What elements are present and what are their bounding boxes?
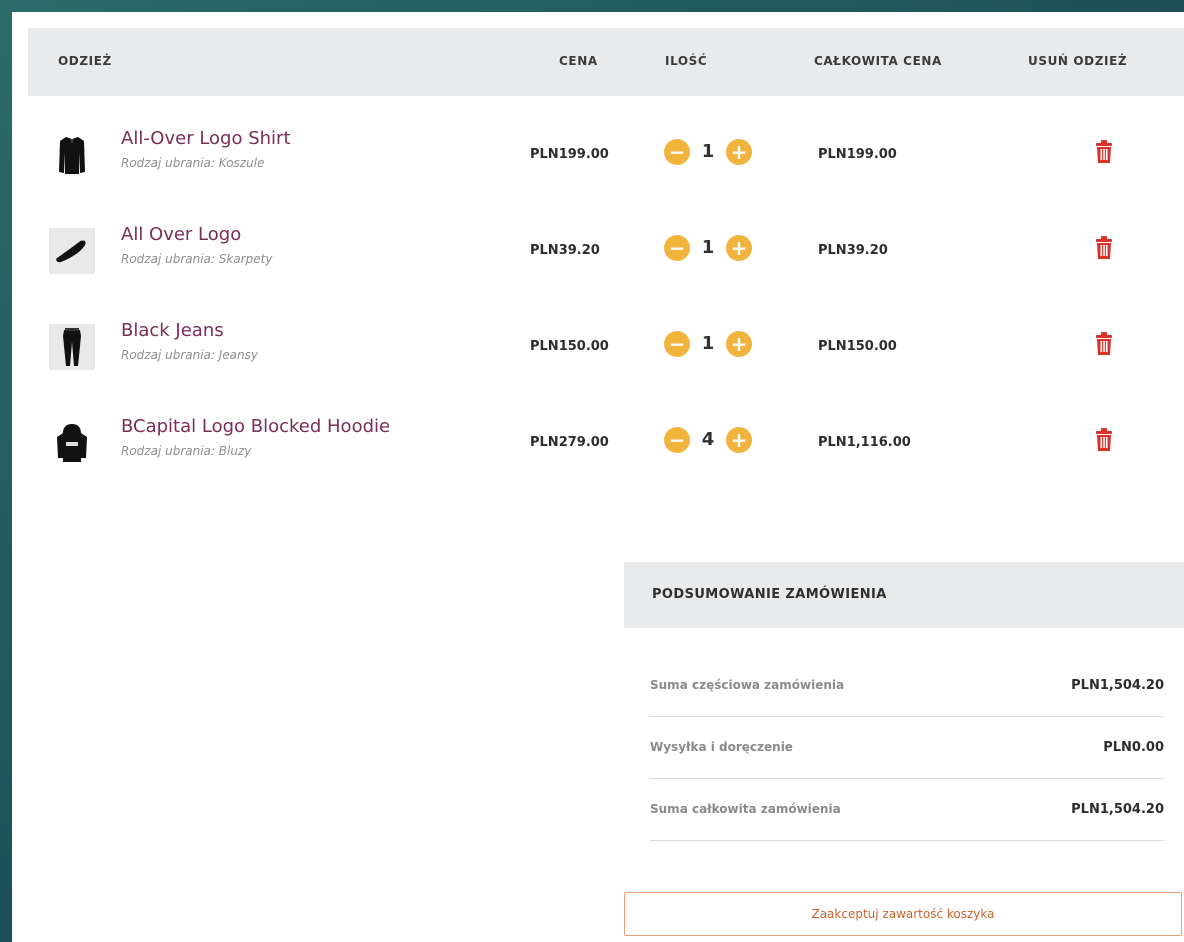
product-price: PLN39.20	[530, 243, 600, 258]
window-frame-top	[0, 0, 1184, 12]
quantity-value: 1	[701, 237, 715, 258]
header-qty: ILOŚĆ	[665, 54, 708, 68]
quantity-stepper: − 1 +	[664, 331, 764, 357]
window-frame-left	[0, 12, 12, 942]
quantity-stepper: − 1 +	[664, 235, 764, 261]
shirt-icon	[49, 132, 95, 178]
hoodie-icon	[49, 420, 95, 466]
summary-label: Suma całkowita zamówienia	[650, 802, 841, 816]
summary-label: Wysyłka i doręczenie	[650, 740, 793, 754]
line-total: PLN1,116.00	[818, 435, 911, 450]
header-item: ODZIEŻ	[58, 54, 112, 68]
cart-panel: ODZIEŻ CENA ILOŚĆ CAŁKOWITA CENA USUŃ OD…	[12, 12, 1184, 942]
header-remove: USUŃ ODZIEŻ	[1028, 54, 1128, 68]
hoodie-thumbnail[interactable]	[49, 420, 95, 466]
increase-quantity-button[interactable]: +	[726, 139, 752, 165]
socks-thumbnail[interactable]	[49, 228, 95, 274]
product-name-link[interactable]: Black Jeans	[121, 320, 224, 341]
line-total: PLN199.00	[818, 147, 897, 162]
jeans-thumbnail[interactable]	[49, 324, 95, 370]
jeans-icon	[49, 324, 95, 370]
increase-quantity-button[interactable]: +	[726, 235, 752, 261]
cart-row: All Over Logo Rodzaj ubrania: Skarpety P…	[12, 210, 1184, 306]
cart-row: All-Over Logo Shirt Rodzaj ubrania: Kosz…	[12, 114, 1184, 210]
summary-value: PLN0.00	[1103, 740, 1164, 755]
trash-icon[interactable]	[1093, 332, 1115, 356]
product-name-link[interactable]: All-Over Logo Shirt	[121, 128, 291, 149]
product-category: Rodzaj ubrania: Bluzy	[121, 444, 252, 458]
product-price: PLN150.00	[530, 339, 609, 354]
trash-icon[interactable]	[1093, 428, 1115, 452]
summary-row-subtotal: Suma częściowa zamówienia PLN1,504.20	[650, 654, 1164, 717]
line-total: PLN39.20	[818, 243, 888, 258]
decrease-quantity-button[interactable]: −	[664, 139, 690, 165]
summary-label: Suma częściowa zamówienia	[650, 678, 845, 692]
decrease-quantity-button[interactable]: −	[664, 427, 690, 453]
quantity-stepper: − 4 +	[664, 427, 764, 453]
socks-icon	[49, 228, 95, 274]
decrease-quantity-button[interactable]: −	[664, 331, 690, 357]
summary-value: PLN1,504.20	[1071, 802, 1164, 817]
product-category: Rodzaj ubrania: Skarpety	[121, 252, 273, 266]
order-summary-header: PODSUMOWANIE ZAMÓWIENIA	[624, 562, 1184, 628]
product-name-link[interactable]: BCapital Logo Blocked Hoodie	[121, 416, 390, 437]
accept-cart-button[interactable]: Zaakceptuj zawartość koszyka	[624, 892, 1182, 936]
decrease-quantity-button[interactable]: −	[664, 235, 690, 261]
trash-icon[interactable]	[1093, 236, 1115, 260]
product-category: Rodzaj ubrania: Koszule	[121, 156, 265, 170]
product-price: PLN199.00	[530, 147, 609, 162]
cart-table-header: ODZIEŻ CENA ILOŚĆ CAŁKOWITA CENA USUŃ OD…	[28, 28, 1184, 96]
summary-row-shipping: Wysyłka i doręczenie PLN0.00	[650, 716, 1164, 779]
quantity-stepper: − 1 +	[664, 139, 764, 165]
product-name-link[interactable]: All Over Logo	[121, 224, 241, 245]
shirt-thumbnail[interactable]	[49, 132, 95, 178]
order-summary-title: PODSUMOWANIE ZAMÓWIENIA	[652, 587, 887, 602]
increase-quantity-button[interactable]: +	[726, 331, 752, 357]
header-total: CAŁKOWITA CENA	[814, 54, 942, 68]
product-price: PLN279.00	[530, 435, 609, 450]
quantity-value: 1	[701, 141, 715, 162]
line-total: PLN150.00	[818, 339, 897, 354]
increase-quantity-button[interactable]: +	[726, 427, 752, 453]
cart-row: Black Jeans Rodzaj ubrania: Jeansy PLN15…	[12, 306, 1184, 402]
trash-icon[interactable]	[1093, 140, 1115, 164]
quantity-value: 4	[701, 429, 715, 450]
quantity-value: 1	[701, 333, 715, 354]
header-price: CENA	[559, 54, 598, 68]
summary-value: PLN1,504.20	[1071, 678, 1164, 693]
summary-row-total: Suma całkowita zamówienia PLN1,504.20	[650, 778, 1164, 841]
cart-row: BCapital Logo Blocked Hoodie Rodzaj ubra…	[12, 402, 1184, 498]
product-category: Rodzaj ubrania: Jeansy	[121, 348, 258, 362]
